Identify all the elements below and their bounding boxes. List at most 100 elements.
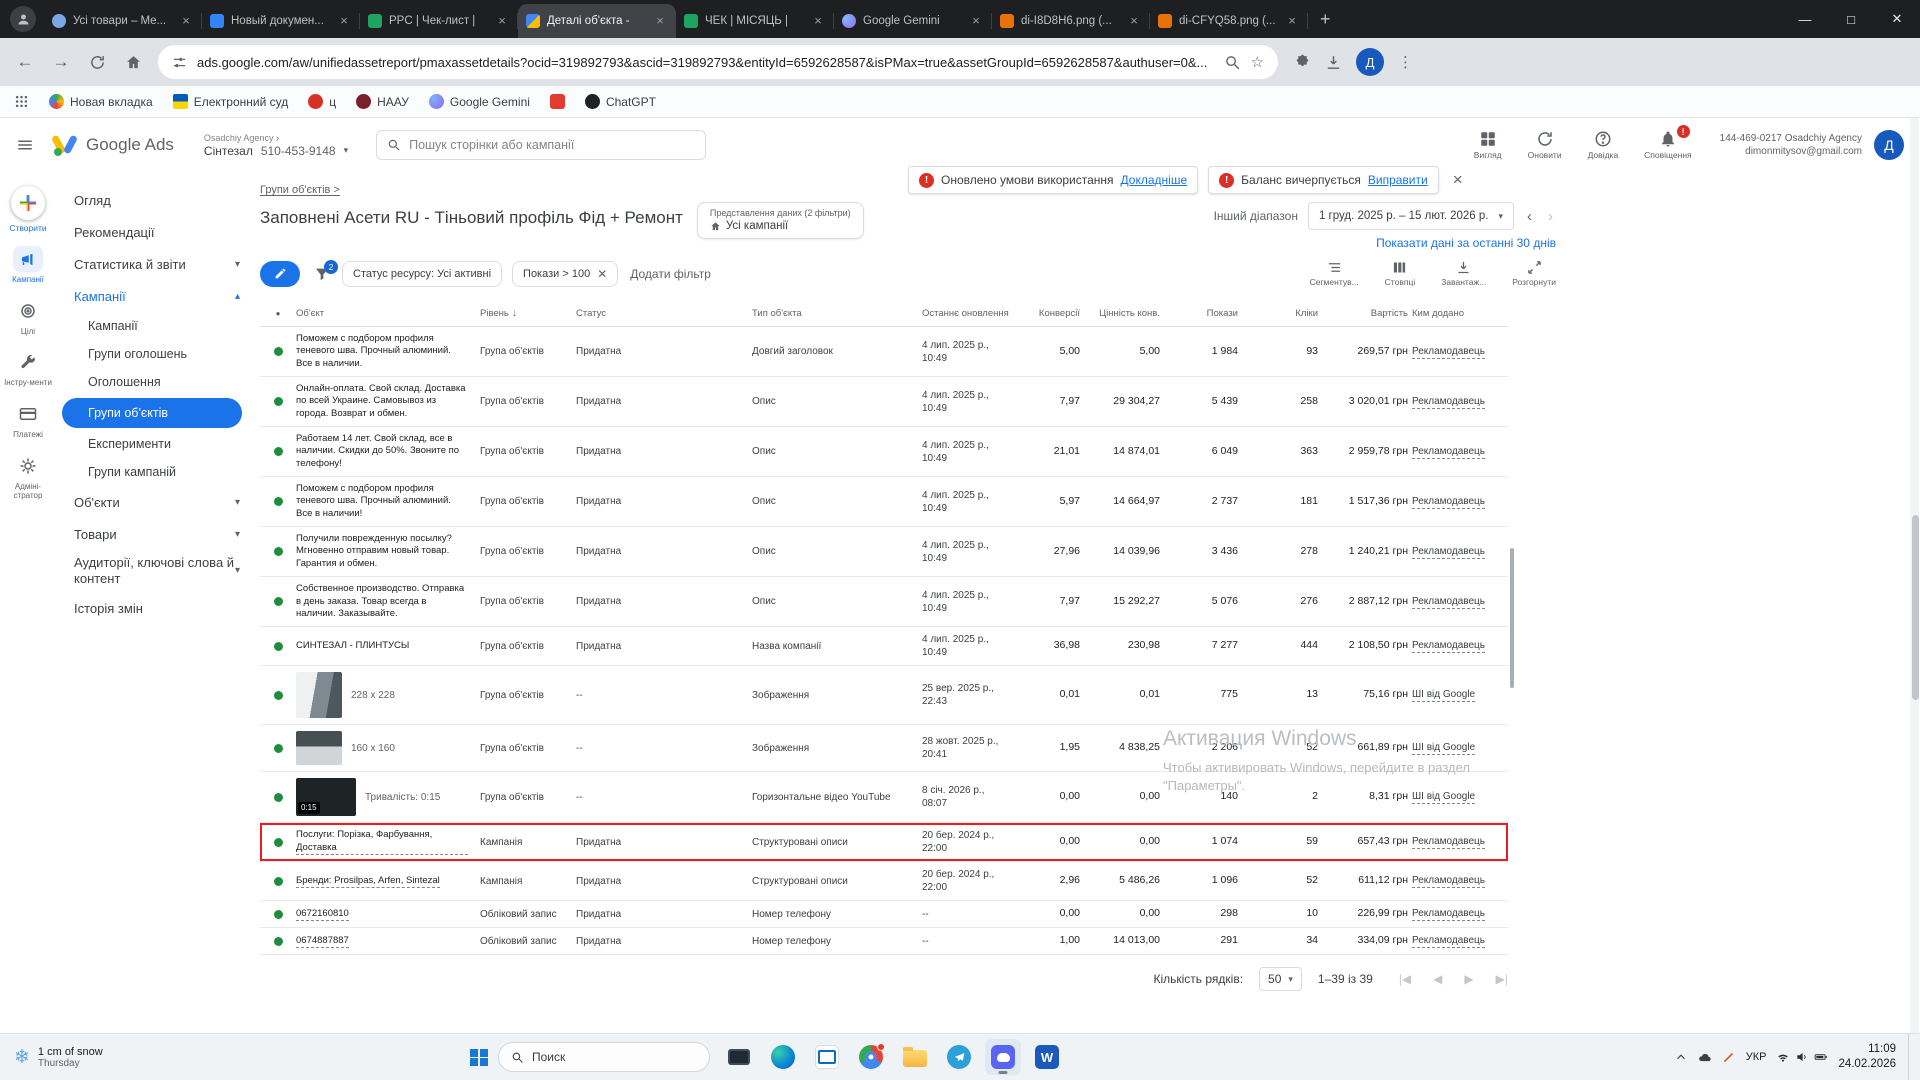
- screen-share-icon[interactable]: [721, 1039, 757, 1075]
- apps-grid-icon[interactable]: [14, 94, 29, 109]
- file-explorer-icon[interactable]: [897, 1039, 933, 1075]
- bookmark-item[interactable]: ц: [308, 94, 336, 109]
- close-icon[interactable]: ×: [1126, 13, 1142, 29]
- date-range-select[interactable]: 1 груд. 2025 р. – 15 лют. 2026 р. ▾: [1308, 202, 1514, 230]
- toolbar-segment-button[interactable]: Сегментув...: [1310, 260, 1359, 287]
- close-icon[interactable]: ✕: [597, 267, 607, 281]
- toolbar-download-button[interactable]: Завантаж...: [1441, 260, 1486, 287]
- sidebar-item[interactable]: Огляд: [56, 184, 252, 216]
- close-icon[interactable]: ×: [178, 13, 194, 29]
- column-header[interactable]: Вартість: [1322, 308, 1412, 319]
- column-header[interactable]: Цінність конв.: [1084, 308, 1164, 319]
- close-button[interactable]: ✕: [1874, 0, 1920, 38]
- chevron-up-icon[interactable]: [1674, 1050, 1688, 1064]
- table-row[interactable]: Поможем с подбором профиля теневого шва.…: [260, 477, 1508, 527]
- language-indicator[interactable]: УКР: [1746, 1051, 1767, 1063]
- browser-tab[interactable]: ЧЕК | МІСЯЦЬ |×: [676, 4, 834, 38]
- notice-link[interactable]: Виправити: [1368, 173, 1428, 187]
- sidebar-item[interactable]: Рекомендації: [56, 216, 252, 248]
- column-header[interactable]: Останнє оновлення: [922, 308, 1014, 319]
- downloads-icon[interactable]: [1325, 54, 1342, 71]
- table-row[interactable]: 228 x 228Група об'єктів--Зображення25 ве…: [260, 666, 1508, 725]
- back-button[interactable]: ←: [10, 47, 40, 77]
- mail-app-icon[interactable]: [809, 1039, 845, 1075]
- table-row[interactable]: Собственное производство. Отправка в ден…: [260, 577, 1508, 627]
- close-icon[interactable]: ×: [652, 13, 668, 29]
- close-icon[interactable]: ×: [336, 13, 352, 29]
- sidebar-item[interactable]: Групи кампаній: [56, 458, 252, 486]
- browser-tab[interactable]: Деталі об'єкта -×: [518, 4, 676, 38]
- select-all-dot[interactable]: ●: [260, 309, 296, 318]
- table-row[interactable]: 0:15Тривалість: 0:15Група об'єктів--Гори…: [260, 772, 1508, 823]
- close-icon[interactable]: ×: [1284, 13, 1300, 29]
- rows-per-page-select[interactable]: 50 ▾: [1259, 967, 1302, 991]
- breadcrumb[interactable]: Групи об'єктів >: [260, 184, 340, 196]
- column-header[interactable]: Конверсії: [1014, 308, 1084, 319]
- last-page-button[interactable]: ▶|: [1496, 972, 1508, 986]
- avatar[interactable]: Д: [1874, 130, 1904, 160]
- rail-item-admin[interactable]: Адміні-стратор: [3, 453, 53, 501]
- rail-item-campaigns[interactable]: Кампанії: [3, 246, 53, 285]
- sidebar-item[interactable]: Товари▾: [56, 518, 252, 550]
- notice-link[interactable]: Докладніше: [1121, 173, 1188, 187]
- previous-range-button[interactable]: ‹: [1524, 208, 1535, 225]
- previous-page-button[interactable]: ◀: [1433, 972, 1442, 986]
- column-header[interactable]: Статус: [576, 308, 752, 319]
- new-tab-button[interactable]: +: [1308, 9, 1343, 30]
- zoom-icon[interactable]: [1224, 54, 1241, 71]
- column-header[interactable]: Об'єкт: [296, 308, 480, 319]
- bookmark-item[interactable]: ChatGPT: [585, 94, 656, 109]
- bookmark-item[interactable]: Новая вкладка: [49, 94, 153, 109]
- telegram-icon[interactable]: [941, 1039, 977, 1075]
- close-icon[interactable]: ×: [968, 13, 984, 29]
- rail-item-create[interactable]: Створити: [3, 186, 53, 233]
- header-help-button[interactable]: Довідка: [1588, 130, 1619, 160]
- header-view-button[interactable]: Вигляд: [1474, 130, 1502, 160]
- minimize-button[interactable]: —: [1782, 0, 1828, 38]
- weather-widget[interactable]: ❄ 1 cm of snow Thursday: [8, 1034, 109, 1080]
- clock[interactable]: 11:09 24.02.2026: [1838, 1042, 1896, 1072]
- add-filter-button[interactable]: Додати фільтр: [630, 267, 711, 281]
- forward-button[interactable]: →: [46, 47, 76, 77]
- browser-tab[interactable]: Усі товари – Me...×: [44, 4, 202, 38]
- table-row[interactable]: 160 x 160Група об'єктів--Зображення28 жо…: [260, 725, 1508, 772]
- table-row[interactable]: 0674887887Обліковий записПридатнаНомер т…: [260, 928, 1508, 955]
- header-refresh-button[interactable]: Оновити: [1528, 130, 1562, 160]
- next-page-button[interactable]: ▶: [1464, 972, 1473, 986]
- bookmark-item[interactable]: [550, 94, 565, 109]
- sidebar-item[interactable]: Групи оголошень: [56, 340, 252, 368]
- discord-icon[interactable]: [985, 1039, 1021, 1075]
- browser-tab[interactable]: Новый докумен...×: [202, 4, 360, 38]
- maximize-button[interactable]: □: [1828, 0, 1874, 38]
- show-desktop-button[interactable]: [1908, 1034, 1912, 1080]
- data-view-card[interactable]: Представлення даних (2 фільтри) Усі камп…: [697, 202, 864, 239]
- ads-search-input[interactable]: Пошук сторінки або кампанії: [376, 130, 706, 160]
- sidebar-item[interactable]: Статистика й звіти▾: [56, 248, 252, 280]
- word-icon[interactable]: W: [1029, 1039, 1065, 1075]
- rail-item-goals[interactable]: Цілі: [3, 298, 53, 337]
- table-row[interactable]: 0672160810Обліковий записПридатнаНомер т…: [260, 901, 1508, 928]
- chrome-icon[interactable]: [853, 1039, 889, 1075]
- address-bar[interactable]: ads.google.com/aw/unifiedassetreport/pma…: [158, 45, 1278, 79]
- table-scrollbar-thumb[interactable]: [1510, 548, 1514, 688]
- column-header[interactable]: Тип об'єкта: [752, 308, 922, 319]
- sidebar-item[interactable]: Експерименти: [56, 430, 252, 458]
- sidebar-item[interactable]: Кампанії: [56, 312, 252, 340]
- column-header[interactable]: Ким додано: [1412, 308, 1508, 319]
- table-row[interactable]: Онлайн-оплата. Свой склад. Доставка по в…: [260, 377, 1508, 427]
- sidebar-item[interactable]: Кампанії▴: [56, 280, 252, 312]
- sidebar-item[interactable]: Історія змін: [56, 593, 252, 625]
- sidebar-item-selected[interactable]: Групи об'єктів: [62, 398, 242, 428]
- rail-item-billing[interactable]: Платежі: [3, 401, 53, 440]
- column-header[interactable]: Кліки: [1242, 308, 1322, 319]
- column-header[interactable]: Покази: [1164, 308, 1242, 319]
- table-row[interactable]: Работаем 14 лет. Свой склад, все в налич…: [260, 427, 1508, 477]
- close-icon[interactable]: ×: [810, 13, 826, 29]
- bookmark-item[interactable]: НААУ: [356, 94, 409, 109]
- toolbar-expand-button[interactable]: Розгорнути: [1512, 260, 1556, 287]
- column-header[interactable]: Рівень↓: [480, 308, 576, 319]
- table-row-selected[interactable]: Послуги: Порізка, Фарбування, ДоставкаКа…: [260, 823, 1508, 862]
- browser-tab[interactable]: di-I8D8H6.png (...×: [992, 4, 1150, 38]
- menu-icon[interactable]: [16, 136, 34, 154]
- toolbar-columns-button[interactable]: Стовпці: [1385, 260, 1416, 287]
